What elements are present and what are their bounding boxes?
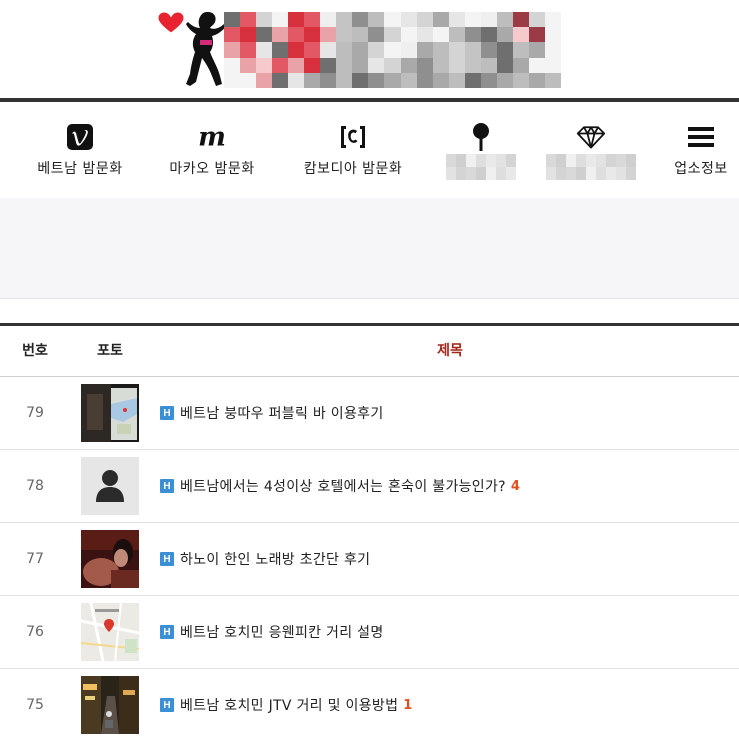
nav-item-label: 베트남 밤문화 <box>37 161 123 177</box>
table-header: 번호 포토 제목 <box>0 326 739 377</box>
vimeo-v-icon <box>65 122 95 152</box>
thumbnail-image[interactable] <box>81 603 139 661</box>
nav-item-vietnam[interactable]: 베트남 밤문화 <box>32 102 128 198</box>
post-title[interactable]: 하노이 한인 노래방 초간단 후기 <box>180 549 370 569</box>
menu-bars-icon <box>686 122 716 152</box>
comment-count: 1 <box>403 697 413 713</box>
default-avatar-icon <box>81 457 139 515</box>
post-title[interactable]: 베트남 호치민 응웬피칸 거리 설명 <box>180 622 384 642</box>
h-badge-icon: H <box>160 406 174 420</box>
post-title-link[interactable]: H 베트남 호치민 응웬피칸 거리 설명 <box>160 596 384 668</box>
blurred-label <box>446 154 516 180</box>
comment-count: 4 <box>510 478 520 494</box>
header-num: 번호 <box>22 343 48 359</box>
silhouette-figure-icon <box>186 12 226 86</box>
divider <box>0 298 739 299</box>
h-badge-icon: H <box>160 625 174 639</box>
nav-item-label: 캄보디아 밤문화 <box>303 161 403 177</box>
nav-item-premium[interactable] <box>546 102 636 198</box>
thumbnail-image[interactable] <box>81 530 139 588</box>
header-photo: 포토 <box>97 343 123 359</box>
nav-item-label: 마카오 밤문화 <box>169 161 255 177</box>
header-title: 제목 <box>437 343 463 359</box>
category-nav: 베트남 밤문화 m 마카오 밤문화 캄보디아 밤문화 업소정보 <box>0 102 739 198</box>
table-row[interactable]: 79 H 베트남 붕따우 퍼블릭 바 이용후기 <box>0 377 739 450</box>
banner-area <box>0 198 739 298</box>
row-number: 79 <box>26 405 44 421</box>
thumbnail-image[interactable] <box>81 676 139 734</box>
map-pin-icon <box>466 122 496 152</box>
table-row[interactable]: 76 H 베트남 호치민 응웬피칸 거리 설명 <box>0 596 739 669</box>
thumbnail-image[interactable] <box>81 457 139 515</box>
post-title-link[interactable]: H 베트남 호치민 JTV 거리 및 이용방법 1 <box>160 669 412 738</box>
post-title-link[interactable]: H 베트남 붕따우 퍼블릭 바 이용후기 <box>160 377 384 449</box>
table-row[interactable]: 78 H 베트남에서는 4성이상 호텔에서는 혼숙이 불가능인가? 4 <box>0 450 739 523</box>
post-title-link[interactable]: H 하노이 한인 노래방 초간단 후기 <box>160 523 370 595</box>
diamond-icon <box>576 122 606 152</box>
post-title[interactable]: 베트남에서는 4성이상 호텔에서는 혼숙이 불가능인가? <box>180 476 506 496</box>
nav-item-venue-info[interactable]: 업소정보 <box>666 102 736 198</box>
row-number: 78 <box>26 478 44 494</box>
blurred-label <box>546 154 636 180</box>
site-logo[interactable] <box>0 0 739 98</box>
svg-text:m: m <box>198 124 226 150</box>
row-number: 75 <box>26 697 44 713</box>
nav-item-location[interactable] <box>446 102 516 198</box>
table-row[interactable]: 77 H 하노이 한인 노래방 초간단 후기 <box>0 523 739 596</box>
nav-item-macau[interactable]: m 마카오 밤문화 <box>164 102 260 198</box>
h-badge-icon: H <box>160 552 174 566</box>
row-number: 76 <box>26 624 44 640</box>
row-number: 77 <box>26 551 44 567</box>
post-title[interactable]: 베트남 붕따우 퍼블릭 바 이용후기 <box>180 403 384 423</box>
h-badge-icon: H <box>160 479 174 493</box>
logo-text-blurred <box>224 12 561 88</box>
post-title[interactable]: 베트남 호치민 JTV 거리 및 이용방법 <box>180 695 398 715</box>
h-badge-icon: H <box>160 698 174 712</box>
nav-item-label: 업소정보 <box>674 161 728 177</box>
post-title-link[interactable]: H 베트남에서는 4성이상 호텔에서는 혼숙이 불가능인가? 4 <box>160 450 520 522</box>
m-letter-icon: m <box>197 122 227 152</box>
nav-item-cambodia[interactable]: 캄보디아 밤문화 <box>298 102 408 198</box>
table-row[interactable]: 75 H 베트남 호치민 JTV 거리 및 이용방법 1 <box>0 669 739 738</box>
thumbnail-image[interactable] <box>81 384 139 442</box>
bracket-c-icon <box>338 122 368 152</box>
